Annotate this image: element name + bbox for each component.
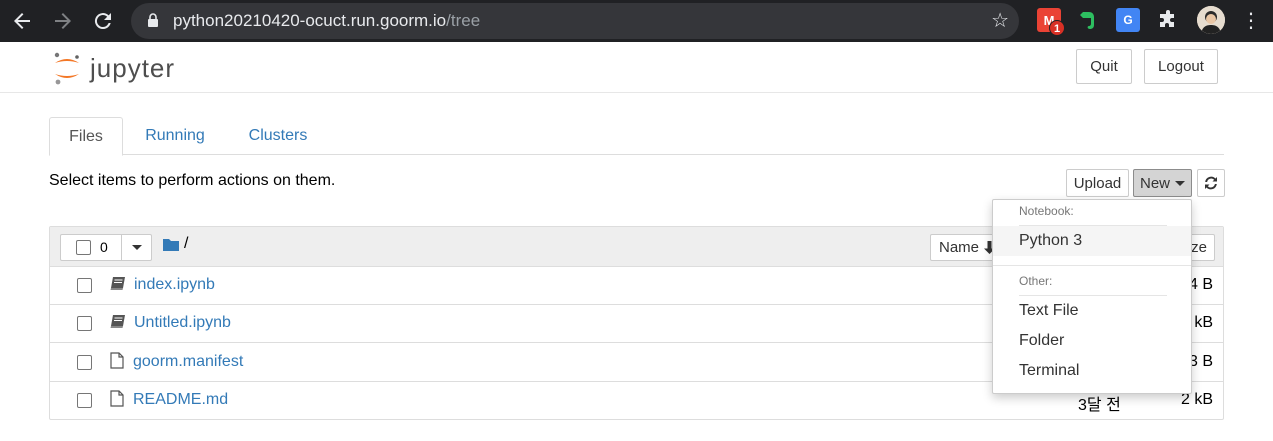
file-size: kB <box>1194 314 1213 331</box>
browser-menu-icon[interactable]: ⋮ <box>1241 8 1261 33</box>
tab-clusters[interactable]: Clusters <box>235 117 321 155</box>
gmail-extension-icon[interactable]: M 1 <box>1037 8 1065 36</box>
google-translate-extension-icon[interactable]: G <box>1116 8 1140 32</box>
evernote-extension-icon[interactable] <box>1076 8 1100 32</box>
refresh-icon <box>1205 176 1217 190</box>
new-button-label: New <box>1139 174 1170 192</box>
logout-button[interactable]: Logout <box>1144 49 1218 84</box>
folder-icon <box>163 239 179 251</box>
new-dropdown-button[interactable]: New <box>1133 169 1192 197</box>
refresh-button[interactable] <box>1197 169 1225 197</box>
divider <box>993 265 1191 266</box>
address-bar[interactable]: python20210420-ocuct.run.goorm.io/tree ☆ <box>131 3 1019 39</box>
breadcrumb-root[interactable]: / <box>184 235 188 253</box>
gmail-unread-badge: 1 <box>1049 20 1065 36</box>
file-name-link[interactable]: goorm.manifest <box>133 353 243 371</box>
file-name-link[interactable]: index.ipynb <box>134 276 215 294</box>
upload-button[interactable]: Upload <box>1066 169 1129 197</box>
jupyter-logo-text: jupyter <box>90 52 176 83</box>
select-all-checkbox[interactable] <box>76 240 91 255</box>
reload-icon[interactable] <box>88 6 118 36</box>
new-text-file[interactable]: Text File <box>993 296 1191 326</box>
jupyter-logo[interactable]: jupyter <box>52 50 175 86</box>
tab-files[interactable]: Files <box>49 117 123 156</box>
file-size: 4 B <box>1188 276 1213 293</box>
extensions-puzzle-icon[interactable] <box>1156 8 1180 32</box>
url-text: python20210420-ocuct.run.goorm.io/tree <box>173 11 481 30</box>
notebook-icon <box>110 315 125 328</box>
sort-by-name-button[interactable]: Name <box>930 234 1000 261</box>
select-items-message: Select items to perform actions on them. <box>49 172 336 189</box>
other-section-header: Other: <box>1019 274 1053 288</box>
select-menu-toggle[interactable] <box>121 234 152 261</box>
new-python3-notebook[interactable]: Python 3 <box>993 226 1191 256</box>
new-dropdown-menu: Notebook: Python 3 Other: Text File Fold… <box>992 199 1192 394</box>
row-checkbox[interactable] <box>77 278 92 293</box>
browser-toolbar: python20210420-ocuct.run.goorm.io/tree ☆… <box>0 0 1273 42</box>
select-all-control[interactable]: 0 <box>60 234 152 261</box>
quit-button[interactable]: Quit <box>1076 49 1132 84</box>
row-checkbox[interactable] <box>77 393 92 408</box>
file-name-link[interactable]: Untitled.ipynb <box>134 314 231 332</box>
row-checkbox[interactable] <box>77 355 92 370</box>
tab-bar: Files Running Clusters <box>49 117 1224 156</box>
file-name-link[interactable]: README.md <box>133 391 228 409</box>
row-checkbox[interactable] <box>77 316 92 331</box>
caret-down-icon <box>1175 180 1185 186</box>
caret-down-icon <box>132 245 142 250</box>
notebook-icon <box>110 277 125 290</box>
jupyter-logo-icon <box>54 52 79 85</box>
selected-count: 0 <box>100 239 108 255</box>
file-icon <box>110 390 124 407</box>
file-icon <box>110 352 124 369</box>
file-modified-time: 3달 전 <box>1078 397 1121 414</box>
bookmark-star-icon[interactable]: ☆ <box>991 8 1009 33</box>
tab-running[interactable]: Running <box>133 117 217 155</box>
new-terminal[interactable]: Terminal <box>993 356 1191 386</box>
back-arrow-icon[interactable] <box>7 6 37 36</box>
file-size: 3 B <box>1188 353 1213 370</box>
profile-avatar[interactable] <box>1197 6 1225 34</box>
new-folder[interactable]: Folder <box>993 326 1191 356</box>
notebook-section-header: Notebook: <box>1019 204 1074 218</box>
sort-label: Name <box>939 239 980 256</box>
lock-icon <box>148 13 158 27</box>
forward-arrow-icon[interactable] <box>48 6 78 36</box>
